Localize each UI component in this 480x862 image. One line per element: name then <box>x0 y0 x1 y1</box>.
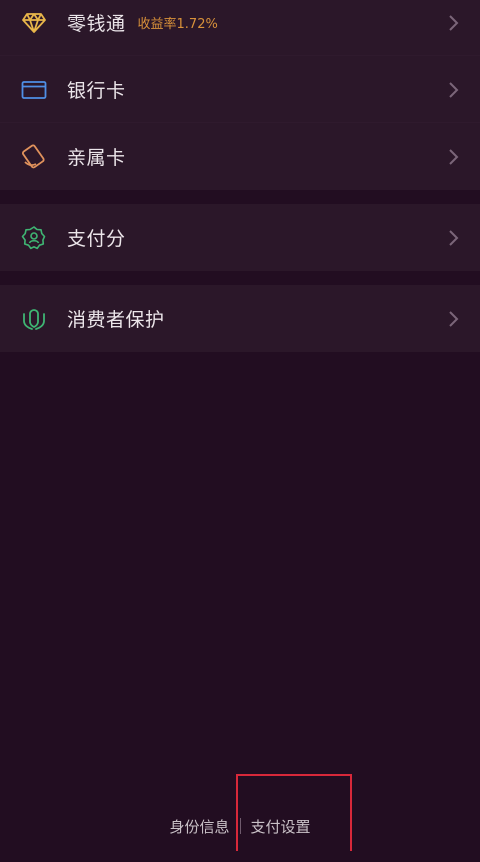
menu-group-1: 零钱通 收益率1.72% 银行卡 亲属卡 <box>0 0 480 190</box>
chevron-right-icon <box>448 229 460 247</box>
menu-item-consumer-protection[interactable]: 消费者保护 <box>0 285 480 352</box>
footer-links: 身份信息 支付设置 <box>0 809 480 843</box>
family-card-icon <box>20 143 48 171</box>
menu-item-bank-card[interactable]: 银行卡 <box>0 56 480 123</box>
badge-icon <box>20 224 48 252</box>
menu-item-label: 零钱通 <box>67 13 126 35</box>
menu-group-2: 支付分 <box>0 204 480 271</box>
pay-settings-link[interactable]: 支付设置 <box>243 816 319 837</box>
chevron-right-icon <box>448 81 460 99</box>
chevron-right-icon <box>448 310 460 328</box>
section-gap <box>0 190 480 204</box>
menu-item-label: 银行卡 <box>67 80 126 102</box>
menu-item-pay-score[interactable]: 支付分 <box>0 204 480 271</box>
yield-rate-text: 收益率1.72% <box>137 17 218 32</box>
identity-info-link[interactable]: 身份信息 <box>161 816 237 837</box>
menu-item-label: 亲属卡 <box>67 147 126 169</box>
menu-item-family-card[interactable]: 亲属卡 <box>0 123 480 190</box>
footer-separator <box>239 818 241 834</box>
diamond-icon <box>20 9 48 37</box>
card-icon <box>20 76 48 104</box>
section-gap <box>0 271 480 285</box>
menu-group-3: 消费者保护 <box>0 285 480 352</box>
chevron-right-icon <box>448 148 460 166</box>
menu-item-label: 支付分 <box>67 228 126 250</box>
chevron-right-icon <box>448 14 460 32</box>
shield-hands-icon <box>20 305 48 333</box>
menu-item-wallet-change[interactable]: 零钱通 收益率1.72% <box>0 0 480 56</box>
menu-item-label: 消费者保护 <box>67 309 165 331</box>
